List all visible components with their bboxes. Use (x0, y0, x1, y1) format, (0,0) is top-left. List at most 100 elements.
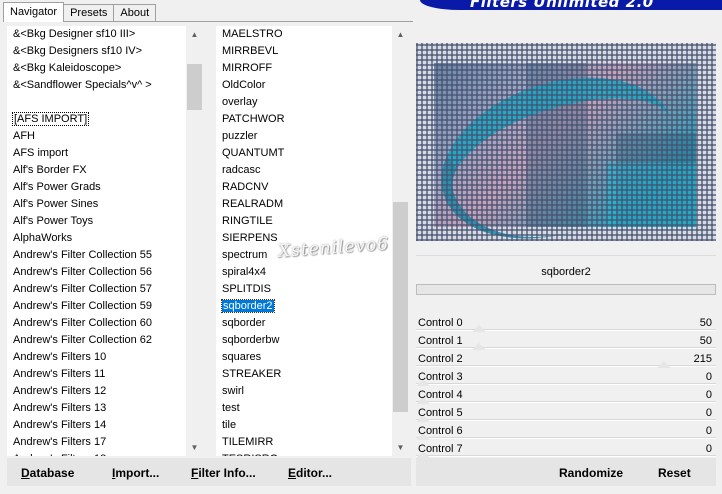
category-item-label: AFS import (13, 147, 69, 159)
category-item[interactable]: Andrew's Filters 12 (7, 383, 187, 400)
control-slider-track[interactable] (416, 329, 716, 331)
control-row[interactable]: Control 2 215 (416, 351, 716, 369)
control-row[interactable]: Control 3 0 (416, 369, 716, 387)
category-item[interactable]: Andrew's Filter Collection 56 (7, 264, 187, 281)
filter-item[interactable]: squares (216, 349, 391, 366)
control-slider-track[interactable] (416, 455, 716, 457)
tab-about[interactable]: About (113, 4, 157, 22)
control-row[interactable]: Control 1 50 (416, 333, 716, 351)
editor-button[interactable]: Editor... (288, 466, 332, 480)
category-scrollbar[interactable]: ▲ ▼ (186, 26, 203, 456)
control-row[interactable]: Control 0 50 (416, 315, 716, 333)
scroll-up-icon[interactable]: ▲ (186, 26, 203, 43)
filter-scrollbar[interactable]: ▲ ▼ (392, 26, 409, 456)
category-item-label: Andrew's Filters 14 (13, 419, 107, 431)
control-slider-thumb[interactable] (472, 343, 486, 350)
scroll-down-icon[interactable]: ▼ (392, 439, 409, 456)
control-slider-track[interactable] (416, 383, 716, 385)
category-item[interactable]: Andrew's Filters 18 (7, 451, 187, 456)
category-item[interactable]: Andrew's Filter Collection 55 (7, 247, 187, 264)
scroll-up-icon[interactable]: ▲ (392, 26, 409, 43)
filter-item[interactable]: MIRRBEVL (216, 43, 391, 60)
scroll-down-icon[interactable]: ▼ (186, 439, 203, 456)
category-item[interactable]: &<Sandflower Specials^v^ > (7, 77, 187, 94)
category-item[interactable]: Andrew's Filter Collection 60 (7, 315, 187, 332)
control-row[interactable]: Control 4 0 (416, 387, 716, 405)
control-row[interactable]: Control 6 0 (416, 423, 716, 441)
tab-presets[interactable]: Presets (63, 4, 115, 22)
filter-item-label: radcasc (222, 164, 261, 176)
category-item[interactable]: Alf's Border FX (7, 162, 187, 179)
filter-item[interactable]: STREAKER (216, 366, 391, 383)
filter-item[interactable]: QUANTUMT (216, 145, 391, 162)
control-slider-track[interactable] (416, 365, 716, 367)
filter-preview (416, 43, 716, 241)
category-item[interactable]: AFS import (7, 145, 187, 162)
category-item[interactable]: Andrew's Filters 13 (7, 400, 187, 417)
import-button[interactable]: Import... (112, 466, 159, 480)
randomize-button[interactable]: Randomize (559, 466, 623, 480)
category-item[interactable]: Andrew's Filter Collection 59 (7, 298, 187, 315)
control-slider-thumb[interactable] (657, 361, 671, 368)
category-scrollbar-thumb[interactable] (187, 64, 202, 110)
filter-scrollbar-thumb[interactable] (393, 202, 408, 412)
filter-item[interactable]: test (216, 400, 391, 417)
category-item[interactable]: Alf's Power Toys (7, 213, 187, 230)
filter-item[interactable]: PATCHWOR (216, 111, 391, 128)
filter-item[interactable]: tile (216, 417, 391, 434)
filter-item[interactable]: spiral4x4 (216, 264, 391, 281)
category-item[interactable]: Andrew's Filters 10 (7, 349, 187, 366)
category-item-label: Alf's Power Toys (13, 215, 94, 227)
filter-item[interactable]: MIRROFF (216, 60, 391, 77)
control-slider-track[interactable] (416, 437, 716, 439)
category-item[interactable]: &<Bkg Kaleidoscope> (7, 60, 187, 77)
filter-item[interactable]: swirl (216, 383, 391, 400)
filter-item[interactable]: TILEMIRR (216, 434, 391, 451)
filter-item[interactable]: RADCNV (216, 179, 391, 196)
control-slider-thumb[interactable] (472, 325, 486, 332)
category-item[interactable]: Andrew's Filters 11 (7, 366, 187, 383)
control-slider-track[interactable] (416, 419, 716, 421)
filter-item[interactable]: OldColor (216, 77, 391, 94)
filter-item[interactable]: RINGTILE (216, 213, 391, 230)
category-item[interactable]: AlphaWorks (7, 230, 187, 247)
category-item-label: Andrew's Filters 12 (13, 385, 107, 397)
category-item[interactable]: &<Bkg Designers sf10 IV> (7, 43, 187, 60)
category-item-label: Andrew's Filters 18 (13, 453, 106, 456)
editor-button-label: ditor... (296, 466, 333, 480)
category-item-label: Andrew's Filter Collection 57 (13, 283, 153, 295)
category-item[interactable]: Andrew's Filters 17 (7, 434, 187, 451)
filter-item[interactable]: sqborder2 (216, 298, 391, 315)
filter-item[interactable]: SPLITDIS (216, 281, 391, 298)
filter-item-label: SPLITDIS (222, 283, 271, 295)
category-item[interactable]: Andrew's Filter Collection 57 (7, 281, 187, 298)
control-value: 0 (705, 407, 712, 419)
category-item[interactable]: [AFS IMPORT] (7, 111, 187, 128)
category-item[interactable]: Andrew's Filter Collection 62 (7, 332, 187, 349)
category-item[interactable]: Andrew's Filters 14 (7, 417, 187, 434)
category-list[interactable]: &<Bkg Designer sf10 III> &<Bkg Designers … (7, 26, 203, 456)
tab-navigator[interactable]: Navigator (3, 2, 65, 22)
control-slider-track[interactable] (416, 347, 716, 349)
filter-name: sqborder2 (416, 262, 716, 282)
database-button[interactable]: Database (21, 466, 74, 480)
filter-item[interactable]: puzzler (216, 128, 391, 145)
filter-item[interactable]: MAELSTRO (216, 26, 391, 43)
category-item[interactable]: AFH (7, 128, 187, 145)
reset-button[interactable]: Reset (658, 466, 691, 480)
filter-item[interactable]: TESRISRO (216, 451, 391, 456)
category-item[interactable]: &<Bkg Designer sf10 III> (7, 26, 187, 43)
category-item[interactable]: Alf's Power Grads (7, 179, 187, 196)
category-item[interactable]: Alf's Power Sines (7, 196, 187, 213)
filter-item[interactable]: overlay (216, 94, 391, 111)
filter-item[interactable]: radcasc (216, 162, 391, 179)
filter-item[interactable]: sqborder (216, 315, 391, 332)
control-row[interactable]: Control 7 0 (416, 441, 716, 459)
filter-item-label: MIRROFF (222, 62, 273, 74)
category-item-label: Andrew's Filter Collection 62 (13, 334, 153, 346)
filter-item[interactable]: REALRADM (216, 196, 391, 213)
control-row[interactable]: Control 5 0 (416, 405, 716, 423)
filter-item[interactable]: sqborderbw (216, 332, 391, 349)
filter-info-button[interactable]: Filter Info... (191, 466, 256, 480)
control-slider-track[interactable] (416, 401, 716, 403)
